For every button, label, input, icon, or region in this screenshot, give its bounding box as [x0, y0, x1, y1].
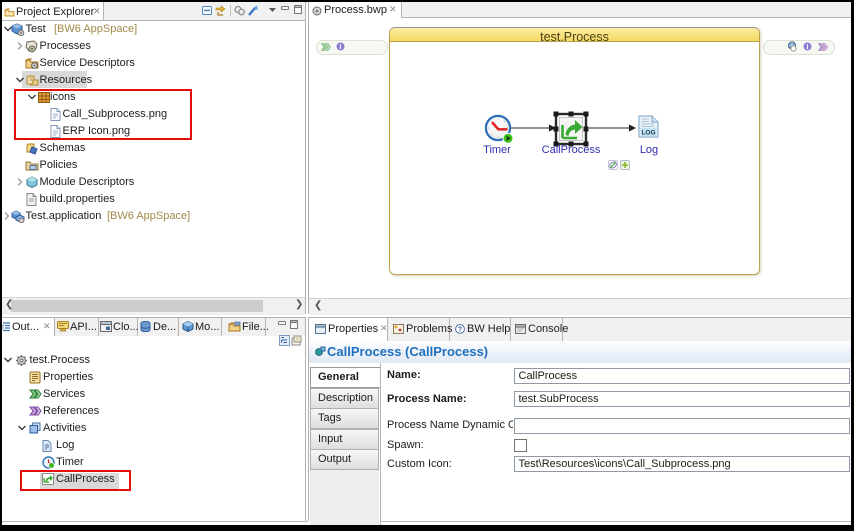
svg-text:i: i: [340, 43, 342, 51]
svg-text:i: i: [807, 43, 809, 51]
svg-text:LOG: LOG: [641, 130, 655, 137]
svg-text:?: ?: [458, 327, 462, 334]
